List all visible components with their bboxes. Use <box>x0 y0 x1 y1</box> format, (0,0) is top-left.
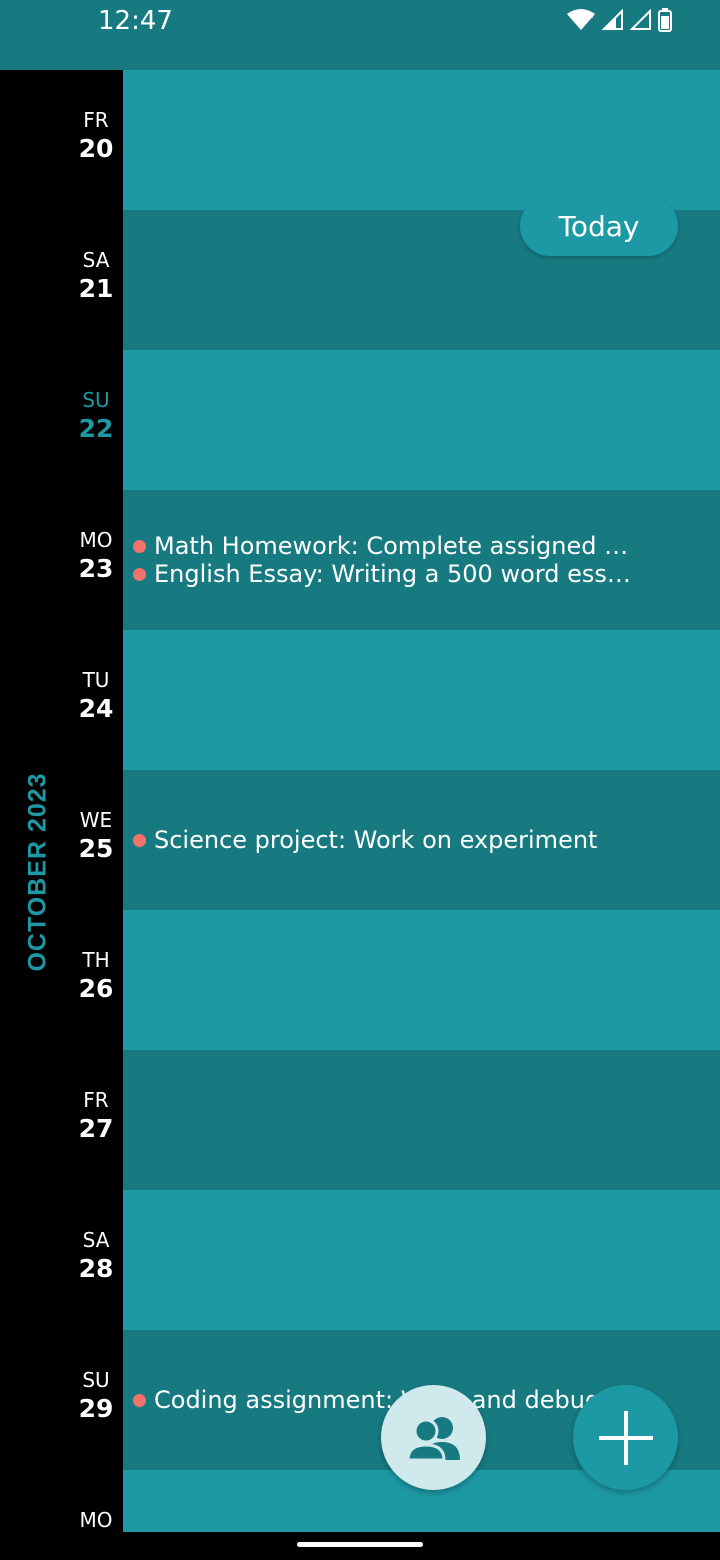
day-row[interactable]: FR 27 <box>0 1050 720 1190</box>
day-label: FR 20 <box>56 110 136 161</box>
day-band[interactable] <box>123 1050 720 1190</box>
day-number: 23 <box>78 554 114 583</box>
day-number: 25 <box>78 834 114 863</box>
people-fab-button[interactable] <box>381 1385 486 1490</box>
day-row[interactable]: FR 20 <box>0 70 720 210</box>
home-handle[interactable] <box>297 1542 423 1547</box>
battery-icon <box>658 8 672 32</box>
day-label: TU 24 <box>56 670 136 721</box>
event-title: Science project: Work on experiment <box>154 826 598 854</box>
day-label: TH 26 <box>56 950 136 1001</box>
day-abbr: TU <box>82 668 110 692</box>
day-row[interactable]: TU 24 <box>0 630 720 770</box>
event-list: Coding assignment: Write and debug a c <box>133 1386 633 1414</box>
day-number: 22 <box>78 414 114 443</box>
day-label: MO <box>56 1510 136 1532</box>
day-number: 21 <box>78 274 114 303</box>
day-row[interactable]: SA 28 <box>0 1190 720 1330</box>
event-item[interactable]: Coding assignment: Write and debug a c <box>133 1386 633 1414</box>
event-list: Math Homework: Complete assigned mat… Eng… <box>133 532 633 588</box>
day-label: SA 21 <box>56 250 136 301</box>
day-abbr: FR <box>83 108 109 132</box>
today-button[interactable]: Today <box>520 196 678 256</box>
status-time: 12:47 <box>98 6 173 36</box>
day-band[interactable] <box>123 910 720 1050</box>
day-band[interactable]: Math Homework: Complete assigned mat… Eng… <box>123 490 720 630</box>
day-row[interactable]: TH 26 <box>0 910 720 1050</box>
day-band[interactable] <box>123 70 720 210</box>
day-abbr: SU <box>82 1368 110 1392</box>
day-number: 29 <box>78 1394 114 1423</box>
plus-icon <box>598 1410 653 1465</box>
signal-icon <box>602 9 623 30</box>
day-row[interactable]: Science project: Work on experiment WE 25 <box>0 770 720 910</box>
day-number: 26 <box>78 974 114 1003</box>
people-icon <box>405 1416 460 1461</box>
day-abbr: SU <box>82 388 110 412</box>
day-label: WE 25 <box>56 810 136 861</box>
day-label: SU 22 <box>56 390 136 441</box>
svg-text:x: x <box>588 11 594 21</box>
day-number: 24 <box>78 694 114 723</box>
day-list[interactable]: FR 20 SA 21 SU 22 Math Homework: Complete assi… <box>0 70 720 1532</box>
day-abbr: WE <box>79 808 113 832</box>
wifi-icon: x <box>567 9 595 30</box>
status-icons: x <box>566 8 672 32</box>
navigation-bar <box>0 1532 720 1560</box>
day-number: 20 <box>78 134 114 163</box>
day-band[interactable] <box>123 630 720 770</box>
day-row[interactable]: SU 22 <box>0 350 720 490</box>
event-item[interactable]: English Essay: Writing a 500 word essay <box>133 560 633 588</box>
day-abbr: TH <box>82 948 110 972</box>
day-band[interactable] <box>123 1190 720 1330</box>
add-fab-button[interactable] <box>573 1385 678 1490</box>
event-title: Math Homework: Complete assigned mat… <box>154 532 633 560</box>
event-item[interactable]: Science project: Work on experiment <box>133 826 633 854</box>
status-bar: 12:47 x <box>0 0 720 70</box>
day-abbr: SA <box>82 1228 110 1252</box>
day-label: SA 28 <box>56 1230 136 1281</box>
event-title: English Essay: Writing a 500 word essay <box>154 560 633 588</box>
day-label: FR 27 <box>56 1090 136 1141</box>
day-label: MO 23 <box>56 530 136 581</box>
day-number: 27 <box>78 1114 114 1143</box>
event-list: Science project: Work on experiment <box>133 826 633 854</box>
event-item[interactable]: Math Homework: Complete assigned mat… <box>133 532 633 560</box>
day-band[interactable] <box>123 350 720 490</box>
day-label: SU 29 <box>56 1370 136 1421</box>
day-abbr: SA <box>82 248 110 272</box>
day-band[interactable]: Science project: Work on experiment <box>123 770 720 910</box>
day-abbr: MO <box>79 1508 113 1532</box>
signal-2-icon <box>630 9 651 30</box>
day-row[interactable]: Math Homework: Complete assigned mat… Eng… <box>0 490 720 630</box>
day-abbr: MO <box>79 528 113 552</box>
day-abbr: FR <box>83 1088 109 1112</box>
day-number: 28 <box>78 1254 114 1283</box>
